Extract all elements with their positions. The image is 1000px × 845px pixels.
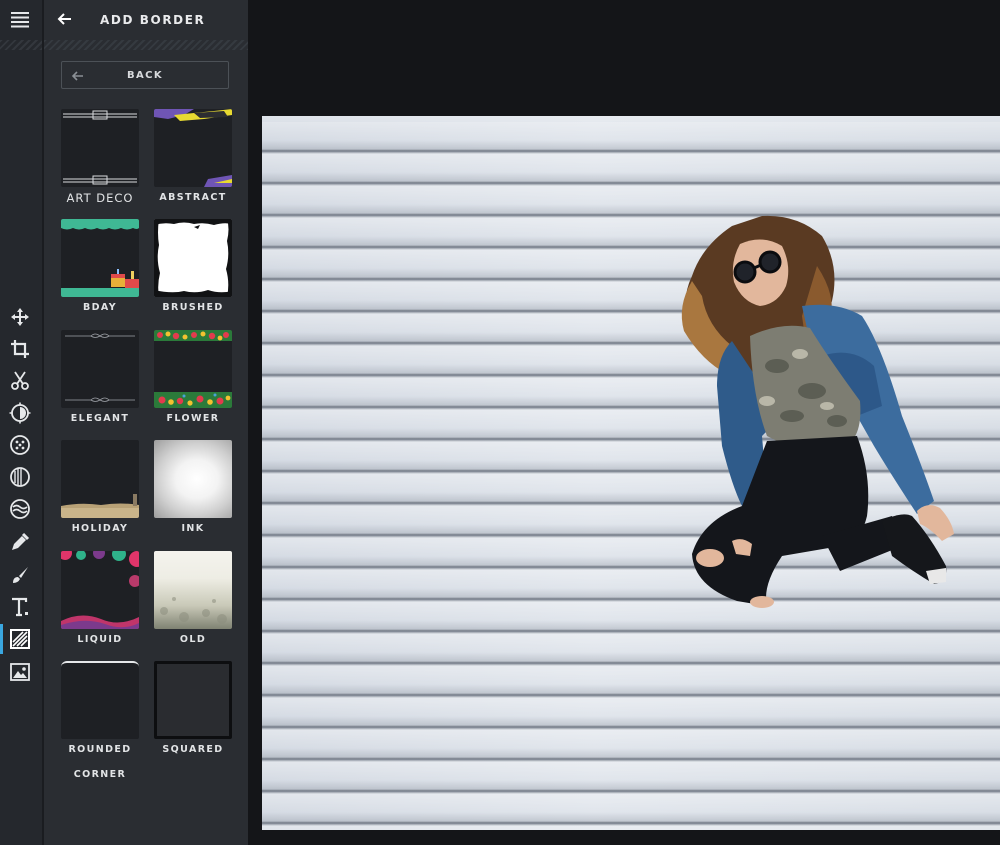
border-option-ink[interactable]: INK [154,440,232,535]
cut-icon[interactable] [8,369,32,393]
border-option-label: INK [181,523,205,534]
contrast-icon[interactable] [8,465,32,489]
waves-icon[interactable] [8,497,32,521]
elegant-thumbnail [61,330,139,408]
border-panel: ADD BORDER BACK ART DECO ABSTRACT BDAY B… [44,0,248,845]
text-icon[interactable] [8,595,32,619]
effects-icon[interactable] [8,433,32,457]
panel-title: ADD BORDER [100,13,206,27]
back-arrow-icon[interactable] [57,11,73,27]
art-deco-thumbnail [61,109,139,187]
border-option-elegant[interactable]: ELEGANT [61,330,139,425]
old-thumbnail [154,551,232,629]
squared-thumbnail [154,661,232,739]
border-icon[interactable] [0,624,32,654]
abstract-thumbnail [154,109,232,187]
menu-icon[interactable] [9,9,31,31]
border-option-bday[interactable]: BDAY [61,219,139,314]
brush-icon[interactable] [8,563,32,587]
panel-header: ADD BORDER [44,0,248,40]
rail-divider [0,40,42,50]
border-option-holiday[interactable]: HOLIDAY [61,440,139,535]
border-option-squared[interactable]: SQUARED [154,661,232,756]
border-option-brushed[interactable]: BRUSHED [154,219,232,314]
adjust-icon[interactable] [8,401,32,425]
flower-thumbnail [154,330,232,408]
border-option-label: BDAY [82,302,118,313]
border-option-label: SQUARED [162,744,224,755]
border-option-rounded-corner[interactable]: ROUNDED CORNER [61,661,139,781]
border-option-art-deco[interactable]: ART DECO [61,109,139,204]
border-option-label: ART DECO [66,191,134,205]
back-button-label: BACK [126,70,164,81]
move-icon[interactable] [8,305,32,329]
holiday-thumbnail [61,440,139,518]
rounded-label-line-1: ROUNDED [68,744,132,755]
rounded-corner-thumbnail [61,661,139,739]
eyedropper-icon[interactable] [8,530,32,554]
back-button[interactable]: BACK [61,61,229,89]
brushed-thumbnail [154,219,232,297]
border-option-label: OLD [179,634,207,645]
border-option-label: HOLIDAY [71,523,129,534]
border-option-label: ELEGANT [70,413,130,424]
rounded-label-line-2: CORNER [73,769,127,780]
photo-subject [681,215,954,608]
bday-thumbnail [61,219,139,297]
border-option-label: BRUSHED [162,302,224,313]
border-option-liquid[interactable]: LIQUID [61,551,139,646]
panel-divider [44,40,248,50]
border-option-old[interactable]: OLD [154,551,232,646]
border-option-abstract[interactable]: ABSTRACT [154,109,232,204]
tool-rail [0,0,44,845]
border-option-label: LIQUID [77,634,123,645]
border-option-label: ROUNDED CORNER [61,744,139,781]
border-option-label: FLOWER [166,413,220,424]
image-canvas[interactable] [262,116,1000,830]
border-option-label: ABSTRACT [159,192,227,203]
image-icon[interactable] [8,660,32,684]
ink-thumbnail [154,440,232,518]
liquid-thumbnail [61,551,139,629]
crop-icon[interactable] [8,337,32,361]
border-option-flower[interactable]: FLOWER [154,330,232,425]
